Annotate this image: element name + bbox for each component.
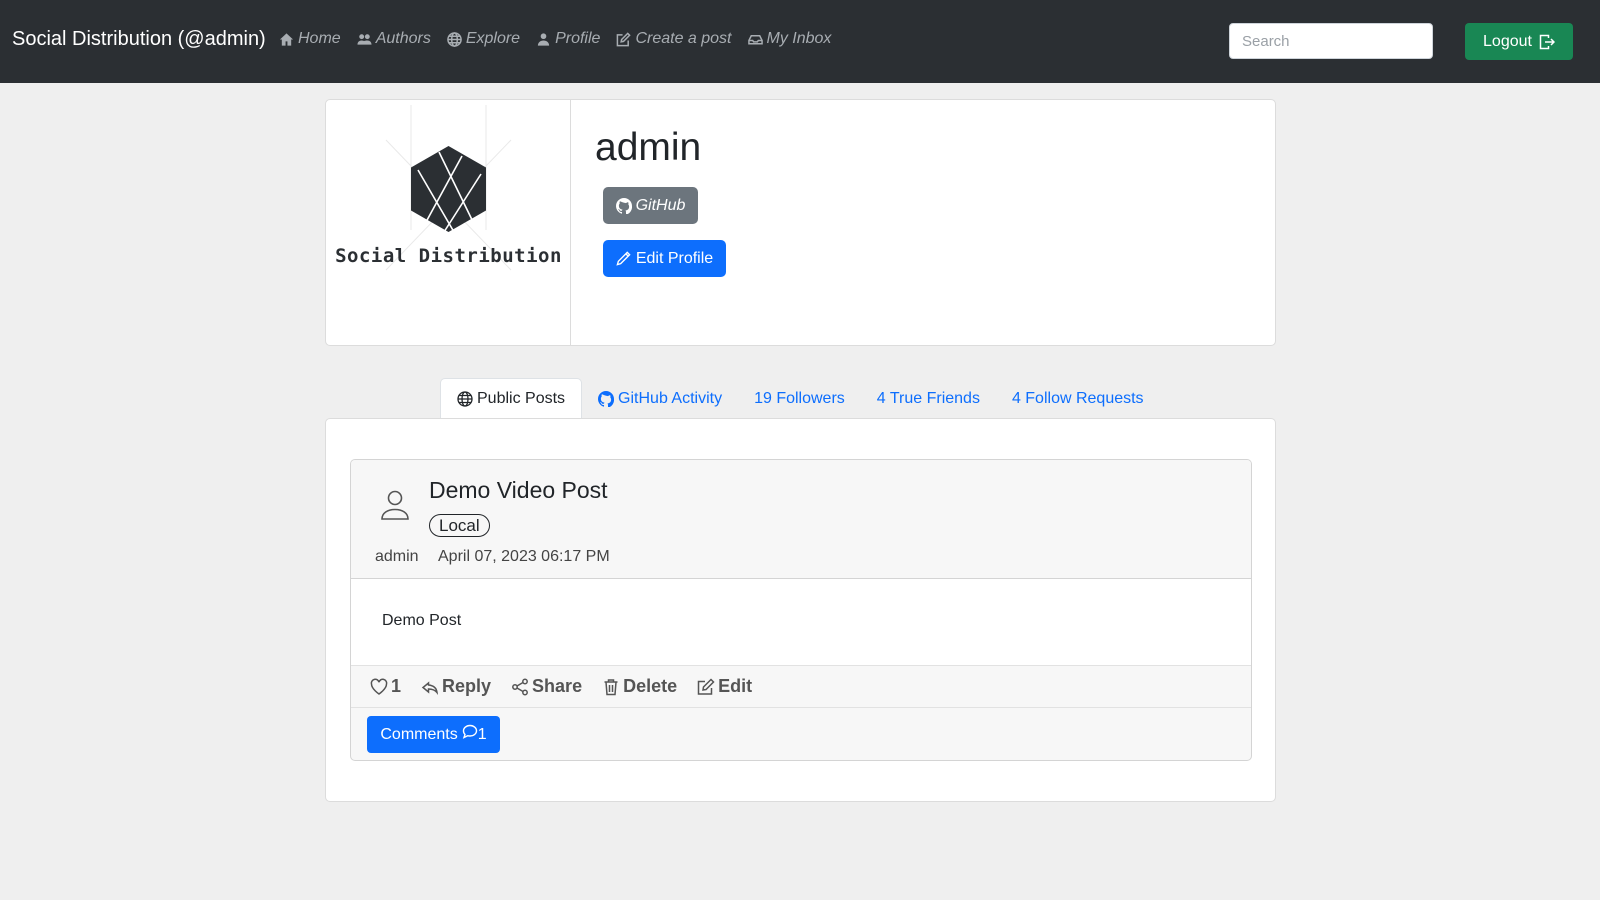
post-body: Demo Post xyxy=(351,579,1251,665)
logout-button[interactable]: Logout xyxy=(1465,23,1573,60)
nav-explore[interactable]: Explore xyxy=(447,30,520,48)
comments-count: 1 xyxy=(477,725,487,743)
share-button[interactable]: Share xyxy=(511,676,582,697)
trash-icon xyxy=(604,678,618,695)
heart-icon xyxy=(370,678,388,695)
github-label: GitHub xyxy=(635,196,686,214)
post-title[interactable]: Demo Video Post xyxy=(429,477,608,504)
nav-profile-label: Profile xyxy=(555,30,601,47)
post-card: Demo Video Post Local admin April 07, 20… xyxy=(350,459,1252,761)
tab-public-posts[interactable]: Public Posts xyxy=(440,378,583,419)
tab-github-activity[interactable]: GitHub Activity xyxy=(582,379,738,419)
share-label: Share xyxy=(532,676,583,696)
tab-github-activity-label: GitHub Activity xyxy=(618,390,723,407)
search-input[interactable] xyxy=(1229,23,1433,59)
nav-authors[interactable]: Authors xyxy=(357,30,431,48)
top-navbar: Social Distribution (@admin) Home Author… xyxy=(0,0,1600,83)
profile-tabs: Public Posts GitHub Activity 19 Follower… xyxy=(440,378,1160,419)
house-icon xyxy=(279,32,294,46)
post-body-text: Demo Post xyxy=(382,612,462,629)
edit-profile-button[interactable]: Edit Profile xyxy=(603,240,726,277)
tab-follow-requests-label: 4 Follow Requests xyxy=(1011,390,1144,407)
profile-logo: Social Distribution xyxy=(326,100,571,345)
nav-explore-label: Explore xyxy=(465,30,521,47)
delete-label: Delete xyxy=(623,676,678,696)
brand-title[interactable]: Social Distribution (@admin) xyxy=(12,28,266,51)
nav-home-label: Home xyxy=(298,30,341,47)
globe-icon xyxy=(457,390,473,407)
reply-icon xyxy=(421,680,439,695)
globe-icon xyxy=(447,31,462,47)
reply-button[interactable]: Reply xyxy=(421,676,491,697)
logo-text: Social Distribution xyxy=(335,245,562,267)
delete-button[interactable]: Delete xyxy=(602,676,677,697)
logout-label: Logout xyxy=(1483,32,1532,50)
person-outline-icon xyxy=(381,490,409,520)
tab-public-posts-label: Public Posts xyxy=(477,389,566,407)
post-origin-badge: Local xyxy=(429,514,490,537)
nav-links: Home Authors Explore Profile Create a po… xyxy=(279,30,847,48)
tab-true-friends-label: 4 True Friends xyxy=(876,390,980,407)
github-icon xyxy=(615,197,632,214)
tab-followers[interactable]: 19 Followers xyxy=(738,379,861,419)
reply-label: Reply xyxy=(442,676,492,696)
box-arrow-right-icon xyxy=(1539,34,1555,49)
github-icon xyxy=(598,391,615,407)
nav-profile[interactable]: Profile xyxy=(536,30,600,48)
people-icon xyxy=(357,33,372,45)
edit-post-button[interactable]: Edit xyxy=(697,676,752,697)
share-icon xyxy=(512,678,528,695)
avatar[interactable] xyxy=(378,488,412,522)
profile-name: admin xyxy=(595,126,702,169)
post-header: Demo Video Post Local admin April 07, 20… xyxy=(351,460,1251,579)
nav-my-inbox[interactable]: My Inbox xyxy=(747,30,832,48)
person-icon xyxy=(537,32,550,46)
post-actions: 1 Reply Share Delete Edit xyxy=(351,665,1251,708)
comments-label: Comments xyxy=(380,725,458,743)
post-author[interactable]: admin xyxy=(375,548,419,566)
nav-create-post[interactable]: Create a post xyxy=(616,30,732,48)
edit-post-label: Edit xyxy=(718,676,753,696)
nav-authors-label: Authors xyxy=(375,30,431,47)
tab-follow-requests[interactable]: 4 Follow Requests xyxy=(996,379,1160,419)
nav-create-post-label: Create a post xyxy=(635,30,732,47)
tab-followers-label: 19 Followers xyxy=(754,390,845,407)
profile-card: Social Distribution admin GitHub Edit Pr… xyxy=(325,99,1276,346)
pencil-icon xyxy=(616,251,631,266)
tab-true-friends[interactable]: 4 True Friends xyxy=(861,379,996,419)
like-count: 1 xyxy=(391,676,402,696)
edit-profile-label: Edit Profile xyxy=(635,249,714,267)
hexagon-logo-icon xyxy=(385,105,512,271)
github-button[interactable]: GitHub xyxy=(603,187,698,224)
nav-home[interactable]: Home xyxy=(279,30,341,48)
nav-my-inbox-label: My Inbox xyxy=(766,30,832,47)
post-date: April 07, 2023 06:17 PM xyxy=(438,548,610,565)
pencil-square-icon xyxy=(617,31,632,46)
comments-button[interactable]: Comments 1 xyxy=(367,716,500,753)
pencil-square-icon xyxy=(697,677,715,695)
posts-panel: Demo Video Post Local admin April 07, 20… xyxy=(325,418,1276,802)
like-button[interactable]: 1 xyxy=(370,676,401,697)
chat-icon xyxy=(462,724,477,739)
inbox-icon xyxy=(747,34,763,44)
